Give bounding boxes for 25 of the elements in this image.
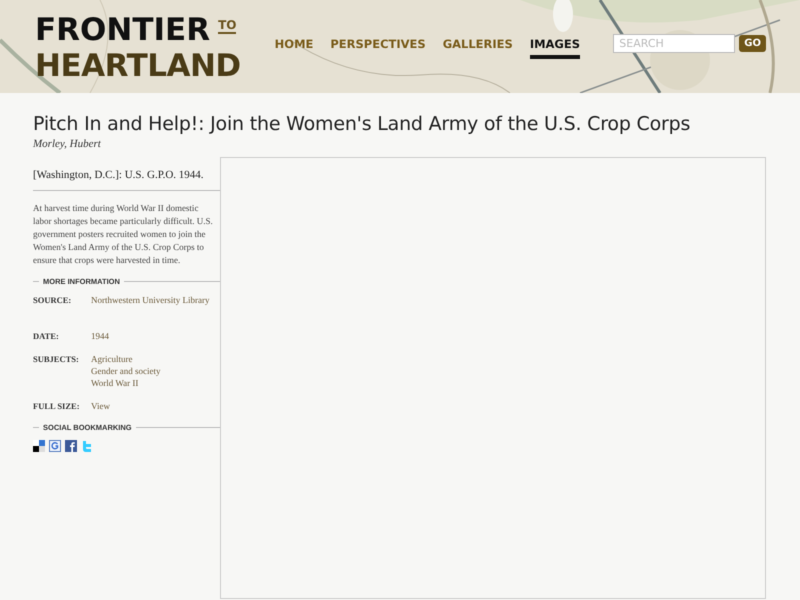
logo-text[interactable]: HEARTLAND [35,48,241,84]
logo-text[interactable]: TO [218,18,236,34]
nav-link[interactable]: IMAGES [530,36,580,58]
field-label: FULL SIZE: [33,400,81,412]
field-link[interactable]: 1944 [91,330,109,342]
logo-text[interactable]: FRONTIER [35,12,210,48]
field-label: SOURCE: [33,294,72,306]
field-link[interactable]: View [91,400,110,412]
nav-link[interactable]: PERSPECTIVES [330,36,426,58]
google-icon[interactable] [49,440,61,452]
field-link[interactable]: Agriculture [91,353,132,365]
nav-link[interactable]: HOME [274,36,314,58]
field-link[interactable]: World War II [91,377,138,389]
facebook-icon[interactable] [65,440,77,452]
description: At harvest time during World War II domestic labor shortages became particularly difficult. U.S. government posters recruited women to join the Women's Land Army of the U.S. Crop Corps to ensure that crops were harvested in time. [33,202,214,267]
page-title: Pitch In and Help!: Join the Women's Land Army of the U.S. Crop Corps [33,113,692,135]
search-field[interactable]: SEARCH [613,34,736,53]
author: Morley, Hubert [33,138,102,150]
field-label: SUBJECTS: [33,353,80,366]
go-button[interactable]: GO [739,35,766,52]
field-label: DATE: [33,330,60,342]
field-link[interactable]: Northwestern University Library [91,294,210,306]
delicious-icon[interactable] [33,440,45,452]
nav-link[interactable]: GALLERIES [442,36,513,58]
field-link[interactable]: Gender and society [91,365,160,377]
